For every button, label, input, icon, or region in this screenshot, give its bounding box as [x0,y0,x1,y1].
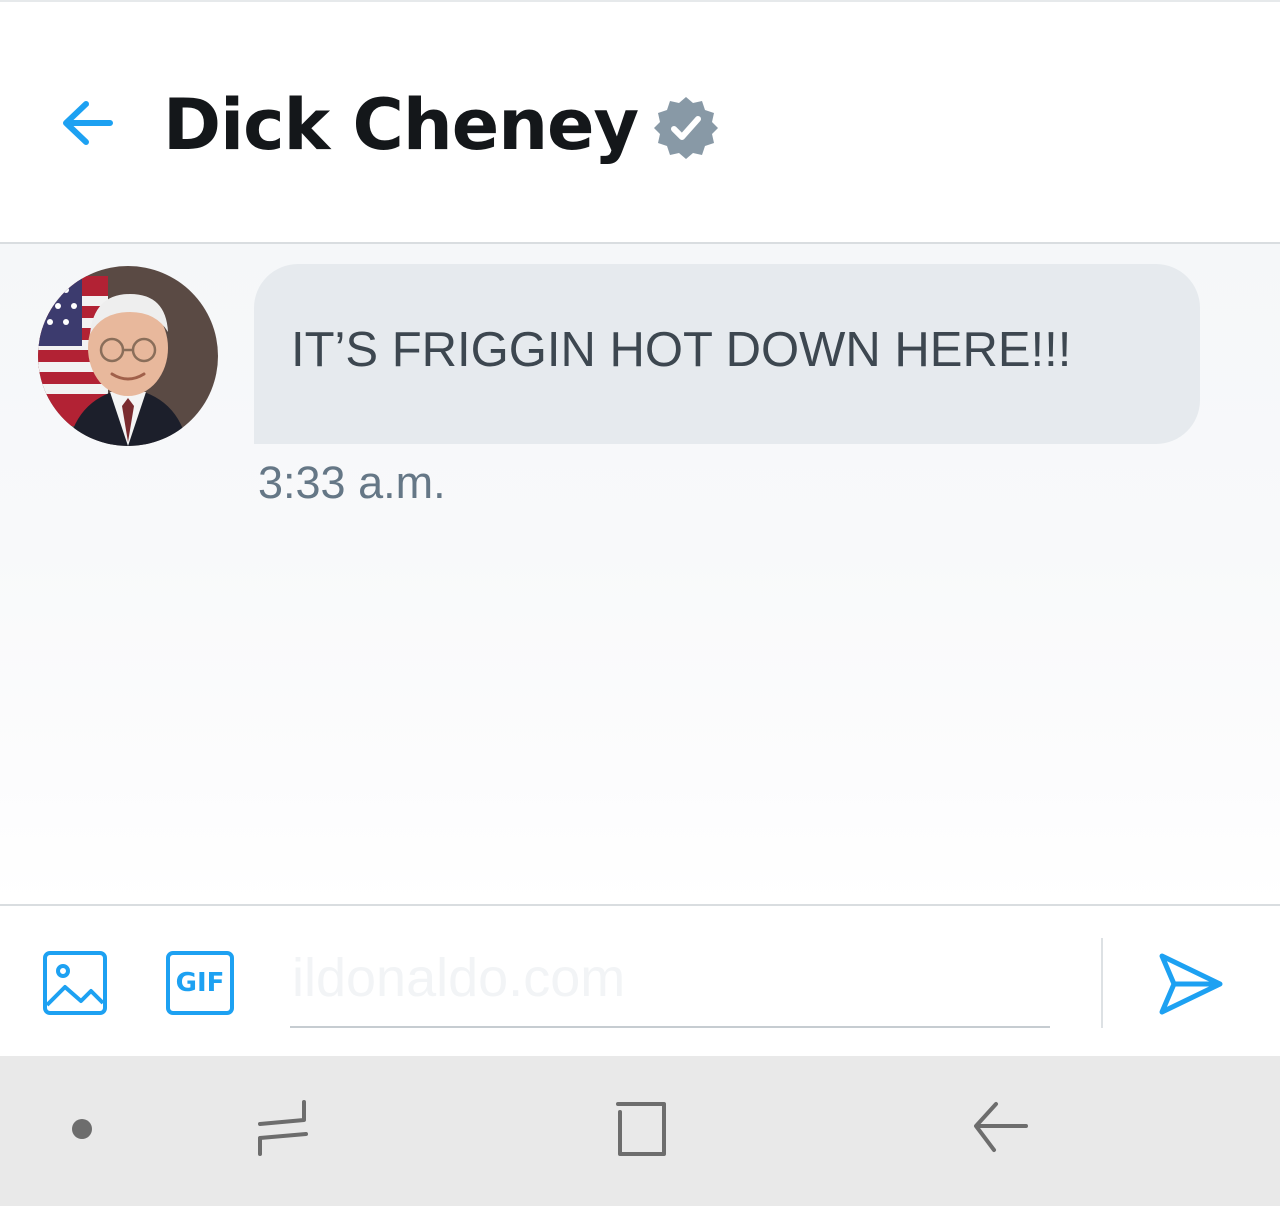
add-gif-button[interactable]: GIF [166,951,234,1015]
message-timestamp: 3:33 a.m. [258,457,446,508]
arrow-left-icon [63,101,113,145]
home-button[interactable] [610,1098,674,1162]
message-input[interactable] [290,936,1050,1028]
message-bubble[interactable]: IT’S FRIGGIN HOT DOWN HERE!!! [254,264,1200,444]
add-photo-button[interactable] [43,951,107,1015]
recent-apps-button[interactable] [252,1096,316,1162]
send-icon [1159,953,1223,1015]
message-text: IT’S FRIGGIN HOT DOWN HERE!!! [291,323,1072,377]
dot-icon[interactable] [72,1119,92,1139]
system-nav-bar [0,1056,1280,1206]
avatar[interactable] [38,266,218,446]
image-icon [43,951,107,1015]
message-thread: IT’S FRIGGIN HOT DOWN HERE!!! 3:33 a.m. [0,244,1280,904]
send-button[interactable] [1156,952,1224,1016]
home-icon [616,1102,666,1156]
composer-divider [1101,938,1103,1028]
system-back-button[interactable] [968,1096,1032,1162]
conversation-header: Dick Cheney [0,0,1280,243]
page-title[interactable]: Dick Cheney [163,80,639,170]
back-icon [974,1102,1028,1152]
message-composer: GIF ildonaldo.com [0,904,1280,1056]
verified-badge-icon [654,97,718,159]
recent-apps-icon [258,1100,308,1156]
back-button[interactable] [56,90,120,156]
